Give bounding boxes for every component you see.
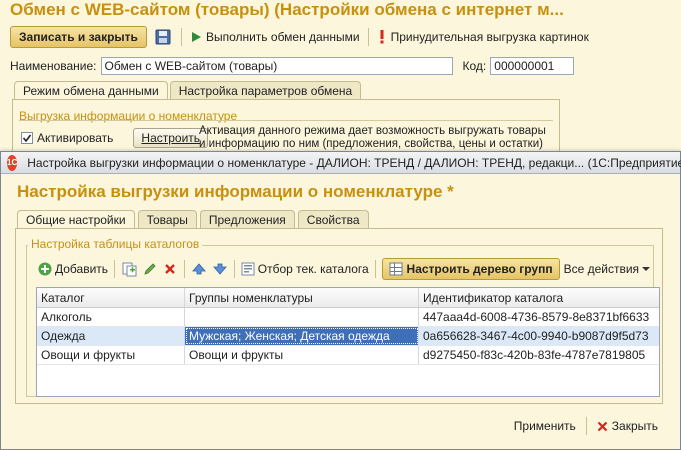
add-label: Добавить xyxy=(55,262,109,276)
tab-properties[interactable]: Свойства xyxy=(297,210,369,228)
cell-catalog-id[interactable]: 447aaa4d-6008-4736-8579-8e8371bf6633 xyxy=(419,308,659,326)
exclamation-icon xyxy=(380,30,384,44)
dialog-window-title: Настройка выгрузки информации о номенкла… xyxy=(27,155,681,170)
name-label: Наименование: xyxy=(10,59,97,73)
toolbar-separator xyxy=(114,260,115,278)
table-row-selected[interactable]: Одежда Мужская; Женская; Детская одежда … xyxy=(37,327,659,346)
chevron-down-icon xyxy=(642,267,651,271)
cell-catalog[interactable]: Алкоголь xyxy=(37,308,185,326)
save-and-close-button[interactable]: Записать и закрыть xyxy=(10,26,147,48)
configure-button[interactable]: Настроить xyxy=(133,128,209,148)
run-exchange-label: Выполнить обмен данными xyxy=(205,30,360,44)
move-down-icon[interactable] xyxy=(212,259,228,279)
all-actions-menu[interactable]: Все действия xyxy=(563,262,651,276)
close-button[interactable]: Закрыть xyxy=(597,419,658,433)
add-icon xyxy=(38,262,52,276)
activate-checkbox[interactable] xyxy=(21,132,33,144)
activation-description: Активация данного режима дает возможност… xyxy=(199,125,546,150)
dialog-footer: Применить Закрыть xyxy=(514,417,658,435)
edit-pencil-icon[interactable] xyxy=(141,259,157,279)
run-exchange-button[interactable]: Выполнить обмен данными xyxy=(190,30,360,44)
dialog-tabs: Общие настройки Товары Предложения Свойс… xyxy=(17,210,369,229)
copy-icon[interactable] xyxy=(121,259,137,279)
footer-separator xyxy=(585,417,587,435)
catalog-table[interactable]: Каталог Группы номенклатуры Идентификато… xyxy=(36,287,660,397)
activate-row: Активировать Настроить xyxy=(21,128,209,148)
filter-icon xyxy=(241,262,255,276)
cell-catalog[interactable]: Одежда xyxy=(37,327,185,345)
close-label: Закрыть xyxy=(611,419,658,433)
add-button[interactable]: Добавить xyxy=(38,262,108,276)
setup-group-tree-button[interactable]: Настроить дерево групп xyxy=(381,258,560,280)
all-actions-label: Все действия xyxy=(563,262,640,276)
apply-button[interactable]: Применить xyxy=(514,419,576,433)
tab-exchange-mode[interactable]: Режим обмена данными xyxy=(14,81,168,100)
setup-group-tree-label: Настроить дерево групп xyxy=(406,262,553,276)
tab-exchange-params[interactable]: Настройка параметров обмена xyxy=(169,81,362,99)
tab-general-settings[interactable]: Общие настройки xyxy=(17,210,135,229)
dialog-heading: Настройка выгрузки информации о номенкла… xyxy=(17,182,454,201)
table-row[interactable]: Овощи и фрукты Овощи и фрукты d9275450-f… xyxy=(37,346,659,365)
cell-groups[interactable]: Мужская; Женская; Детская одежда xyxy=(185,327,419,345)
tree-grid-icon xyxy=(389,262,403,276)
exchange-mode-panel: Выгрузка информации о номенклатуре Актив… xyxy=(12,99,560,159)
column-header-groups[interactable]: Группы номенклатуры xyxy=(185,288,419,307)
cell-catalog-id[interactable]: 0a656628-3467-4c00-9940-b9087d9f5d73 xyxy=(419,327,659,345)
code-label: Код: xyxy=(462,59,487,73)
catalog-table-toolbar: Добавить Отбор тек. каталога Настроить д… xyxy=(38,257,651,281)
cell-groups[interactable]: Овощи и фрукты xyxy=(185,346,419,364)
catalog-table-header: Каталог Группы номенклатуры Идентификато… xyxy=(37,288,659,308)
delete-icon[interactable] xyxy=(162,259,178,279)
dialog-titlebar: 1С Настройка выгрузки информации о номен… xyxy=(1,152,681,174)
force-images-label: Принудительная выгрузка картинок xyxy=(390,30,589,44)
checkmark-icon xyxy=(22,134,32,143)
toolbar-separator xyxy=(180,28,182,46)
tab-offers[interactable]: Предложения xyxy=(199,210,295,228)
move-up-icon[interactable] xyxy=(191,259,207,279)
cell-groups[interactable] xyxy=(185,308,419,326)
toolbar-separator xyxy=(374,260,376,278)
tab-goods[interactable]: Товары xyxy=(137,210,197,228)
name-code-row: Наименование: Обмен с WEB-сайтом (товары… xyxy=(10,57,575,75)
settings-dialog: 1С Настройка выгрузки информации о номен… xyxy=(0,151,681,450)
table-row[interactable]: Алкоголь 447aaa4d-6008-4736-8579-8e8371b… xyxy=(37,308,659,327)
close-icon xyxy=(597,421,608,431)
filter-catalog-label: Отбор тек. каталога xyxy=(257,262,369,276)
column-header-catalog[interactable]: Каталог xyxy=(37,288,185,307)
column-header-catalog-id[interactable]: Идентификатор каталога xyxy=(419,288,659,307)
filter-catalog-button[interactable]: Отбор тек. каталога xyxy=(241,262,369,276)
main-tabs: Режим обмена данными Настройка параметро… xyxy=(14,81,362,100)
force-images-button[interactable]: Принудительная выгрузка картинок xyxy=(377,30,589,44)
toolbar-separator xyxy=(367,28,369,46)
activate-label: Активировать xyxy=(37,131,114,145)
main-toolbar: Записать и закрыть Выполнить обмен данны… xyxy=(10,24,589,50)
catalog-group-title: Настройка таблицы каталогов xyxy=(28,237,203,251)
cell-catalog[interactable]: Овощи и фрукты xyxy=(37,346,185,364)
group-divider xyxy=(19,120,553,121)
play-icon xyxy=(191,32,201,42)
save-icon[interactable] xyxy=(153,27,173,47)
main-window-title: Обмен с WEB-сайтом (товары) (Настройки о… xyxy=(10,0,564,19)
toolbar-separator xyxy=(233,260,235,278)
code-input[interactable]: 000000001 xyxy=(490,57,575,75)
general-settings-panel: Настройка таблицы каталогов Добавить Отб… xyxy=(15,228,663,404)
app-logo-icon: 1С xyxy=(7,154,18,171)
cell-catalog-id[interactable]: d9275450-f83c-420b-83fe-4787e7819805 xyxy=(419,346,659,364)
name-input[interactable]: Обмен с WEB-сайтом (товары) xyxy=(100,57,453,75)
toolbar-separator xyxy=(184,260,186,278)
